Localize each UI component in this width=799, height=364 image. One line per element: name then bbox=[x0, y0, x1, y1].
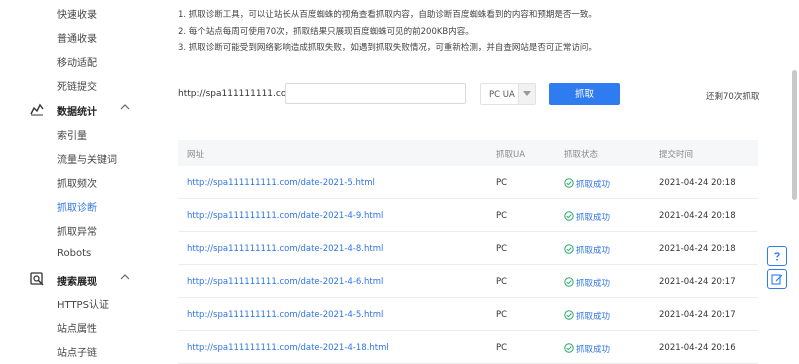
feedback-icon bbox=[771, 274, 783, 285]
success-check-icon bbox=[564, 211, 574, 221]
table-row: http://spa111111111.com/date-2021-4-5.ht… bbox=[178, 298, 758, 331]
chevron-up-icon bbox=[120, 104, 130, 110]
column-header-ua: 抓取UA bbox=[496, 150, 526, 160]
row-url-link[interactable]: http://spa111111111.com/date-2021-5.html bbox=[187, 178, 375, 188]
row-time: 2021-04-24 20:18 bbox=[659, 244, 736, 254]
row-ua: PC bbox=[496, 244, 508, 254]
url-input[interactable] bbox=[285, 83, 466, 104]
row-status: 抓取成功 bbox=[564, 244, 610, 256]
row-time: 2021-04-24 20:18 bbox=[659, 211, 736, 221]
sidebar-item-crawl-diagnosis[interactable]: 抓取诊断 bbox=[57, 199, 97, 214]
table-row: http://spa111111111.com/date-2021-4-8.ht… bbox=[178, 232, 758, 265]
help-button[interactable] bbox=[767, 246, 787, 266]
row-time: 2021-04-24 20:18 bbox=[659, 178, 736, 188]
row-time: 2021-04-24 20:17 bbox=[659, 310, 736, 320]
note-3: 3. 抓取诊断可能受到网络影响造成抓取失败，如遇到抓取失败情况，可重新检测，并自… bbox=[178, 43, 597, 53]
column-header-url: 网址 bbox=[187, 150, 205, 160]
caret-down-icon bbox=[523, 91, 531, 96]
scrollbar[interactable] bbox=[792, 70, 797, 200]
note-1: 1. 抓取诊断工具，可以让站长从百度蜘蛛的视角查看抓取内容，自助诊断百度蜘蛛看到… bbox=[178, 10, 597, 20]
row-status: 抓取成功 bbox=[564, 211, 610, 223]
note-2: 2. 每个站点每周可使用70次，抓取结果只展现百度蜘蛛可见的前200KB内容。 bbox=[178, 27, 474, 37]
sidebar-item-site-attributes[interactable]: 站点属性 bbox=[57, 320, 97, 335]
row-url-link[interactable]: http://spa111111111.com/date-2021-4-5.ht… bbox=[187, 310, 383, 320]
sidebar-item-traffic-keywords[interactable]: 流量与关键词 bbox=[57, 151, 117, 166]
sidebar-section-stats-label: 数据统计 bbox=[57, 107, 97, 118]
table-header: 网址 抓取UA 抓取状态 提交时间 bbox=[178, 140, 758, 166]
sidebar-item-fast-index[interactable]: 快速收录 bbox=[57, 6, 97, 21]
row-ua: PC bbox=[496, 310, 508, 320]
row-url-link[interactable]: http://spa111111111.com/date-2021-4-6.ht… bbox=[187, 277, 383, 287]
row-time: 2021-04-24 20:17 bbox=[659, 277, 736, 287]
row-ua: PC bbox=[496, 343, 508, 353]
sidebar-item-mobile-adapt[interactable]: 移动适配 bbox=[57, 54, 97, 69]
feedback-button[interactable] bbox=[767, 269, 787, 289]
fetch-button[interactable]: 抓取 bbox=[549, 83, 620, 105]
ua-select-value: PC UA bbox=[489, 90, 515, 100]
sidebar-item-index-volume[interactable]: 索引量 bbox=[57, 127, 87, 142]
column-header-time: 提交时间 bbox=[659, 150, 694, 160]
chevron-up-icon bbox=[120, 274, 130, 280]
success-check-icon bbox=[564, 310, 574, 320]
ua-select[interactable]: PC UA bbox=[480, 83, 536, 105]
sidebar-item-crawl-errors[interactable]: 抓取异常 bbox=[57, 223, 97, 238]
sidebar-section-search-label: 搜索展现 bbox=[57, 277, 97, 288]
sidebar-item-normal-index[interactable]: 普通收录 bbox=[57, 30, 97, 45]
row-ua: PC bbox=[496, 277, 508, 287]
sidebar-item-robots[interactable]: Robots bbox=[57, 248, 91, 259]
remaining-count: 还剩70次抓取 bbox=[706, 92, 760, 102]
table-row: http://spa111111111.com/date-2021-5.html… bbox=[178, 166, 758, 199]
row-status: 抓取成功 bbox=[564, 343, 610, 355]
success-check-icon bbox=[564, 343, 574, 353]
sidebar-item-sitelinks[interactable]: 站点子链 bbox=[57, 344, 97, 359]
chart-icon bbox=[30, 103, 44, 116]
row-status: 抓取成功 bbox=[564, 178, 610, 190]
sidebar: 快速收录 普通收录 移动适配 死链提交 数据统计 索引量 流量与关键词 抓取频次… bbox=[0, 0, 150, 362]
ua-select-toggle[interactable] bbox=[518, 84, 535, 104]
table-row: http://spa111111111.com/date-2021-4-18.h… bbox=[178, 331, 758, 364]
row-ua: PC bbox=[496, 211, 508, 221]
row-url-link[interactable]: http://spa111111111.com/date-2021-4-9.ht… bbox=[187, 211, 383, 221]
success-check-icon bbox=[564, 178, 574, 188]
row-time: 2021-04-24 20:16 bbox=[659, 343, 736, 353]
row-status: 抓取成功 bbox=[564, 277, 610, 289]
sidebar-item-crawl-frequency[interactable]: 抓取频次 bbox=[57, 175, 97, 190]
row-ua: PC bbox=[496, 178, 508, 188]
sidebar-item-dead-link[interactable]: 死链提交 bbox=[57, 78, 97, 93]
sidebar-item-https[interactable]: HTTPS认证 bbox=[57, 296, 109, 311]
row-url-link[interactable]: http://spa111111111.com/date-2021-4-8.ht… bbox=[187, 244, 383, 254]
help-icon bbox=[774, 252, 780, 261]
success-check-icon bbox=[564, 244, 574, 254]
success-check-icon bbox=[564, 277, 574, 287]
table-row: http://spa111111111.com/date-2021-4-9.ht… bbox=[178, 199, 758, 232]
search-display-icon bbox=[30, 272, 44, 286]
url-prefix: http://spa111111111.com/ bbox=[178, 89, 299, 99]
row-status: 抓取成功 bbox=[564, 310, 610, 322]
row-url-link[interactable]: http://spa111111111.com/date-2021-4-18.h… bbox=[187, 343, 389, 353]
column-header-status: 抓取状态 bbox=[564, 150, 599, 160]
table-row: http://spa111111111.com/date-2021-4-6.ht… bbox=[178, 265, 758, 298]
